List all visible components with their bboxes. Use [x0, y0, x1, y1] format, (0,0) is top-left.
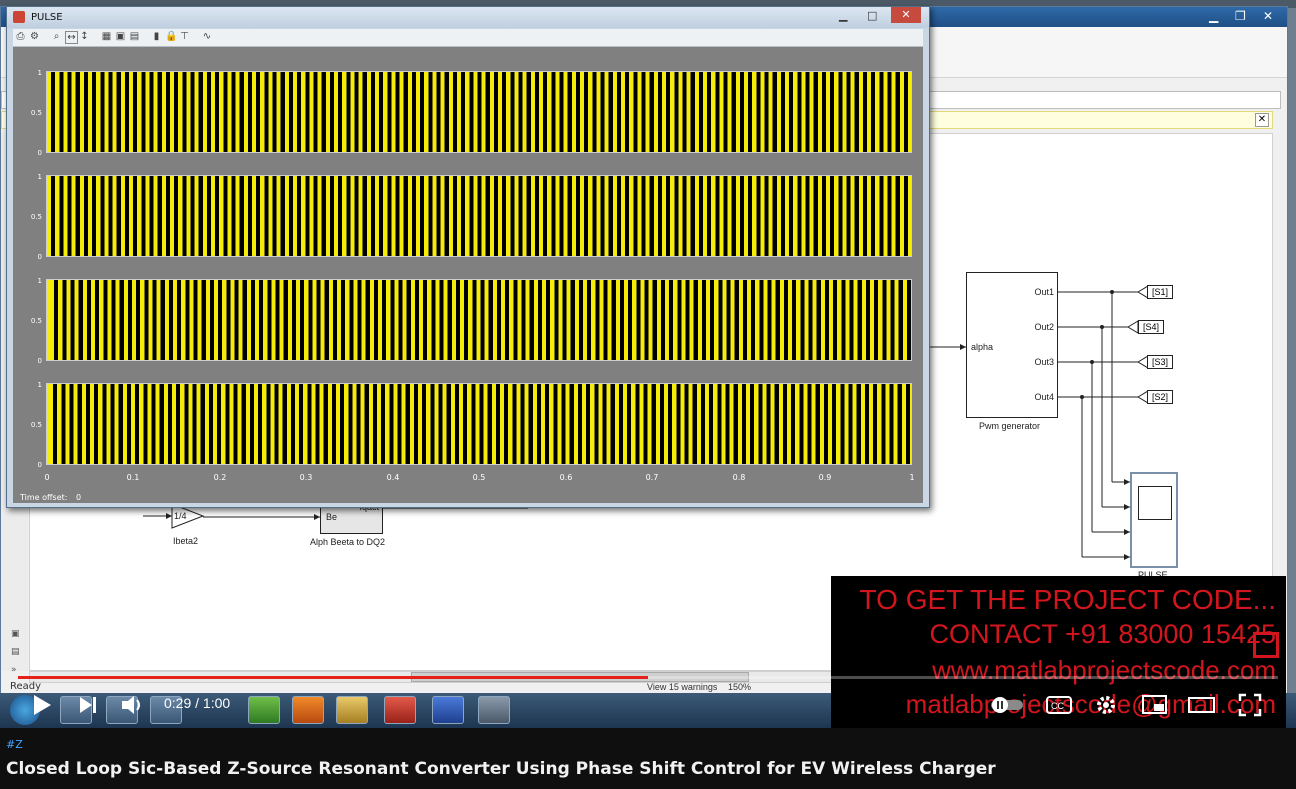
pulse-axis-4[interactable] — [46, 383, 912, 465]
minimize-icon[interactable]: ▁ — [839, 9, 847, 22]
gain-block-label: Ibeta2 — [173, 536, 199, 546]
theater-mode-icon[interactable] — [1188, 694, 1216, 716]
x-tick-label: 0.4 — [386, 473, 400, 482]
y-tick-label: 1 — [37, 381, 42, 389]
goto-tag-s4[interactable]: [S4] — [1138, 320, 1165, 334]
progress-played[interactable] — [18, 676, 648, 679]
scope-plot-area[interactable]: 1 0.5 0 1 0.5 0 1 0.5 0 1 0.5 0 0 0.1 0.… — [13, 47, 923, 503]
y-tick-label: 0.5 — [30, 109, 42, 117]
captions-icon[interactable]: CC — [1046, 694, 1072, 716]
scope-titlebar: PULSE ▁ □ ✕ — [7, 7, 929, 28]
y-tick-label: 0 — [37, 357, 42, 365]
x-tick-label: 0.1 — [126, 473, 140, 482]
goto-tag-s2[interactable]: [S2] — [1147, 390, 1174, 404]
pwm-output-port-label: Out3 — [1034, 357, 1054, 367]
restore-axes-icon[interactable]: ▤ — [129, 31, 140, 42]
parameters-icon[interactable]: ⚙ — [29, 31, 40, 42]
pwm-generator-block[interactable]: alpha Out1 Out2 Out3 Out4 — [966, 272, 1058, 418]
next-icon[interactable] — [78, 695, 98, 715]
scope-window-title: PULSE — [31, 12, 63, 23]
volume-icon[interactable] — [120, 694, 146, 716]
y-tick-label: 0 — [37, 149, 42, 157]
time-offset-label: Time offset: — [20, 493, 68, 502]
play-icon[interactable] — [32, 694, 52, 716]
y-tick-label: 0.5 — [30, 421, 42, 429]
zoom-icon[interactable]: ⌕ — [51, 31, 62, 42]
x-tick-label: 0.8 — [732, 473, 746, 482]
x-tick-label: 0.3 — [299, 473, 313, 482]
overlay-line-1: TO GET THE PROJECT CODE... — [859, 584, 1276, 615]
video-title: Closed Loop Sic-Based Z-Source Resonant … — [6, 759, 996, 779]
autoscale-icon[interactable]: ▦ — [101, 31, 112, 42]
zoom-y-icon[interactable]: ↕ — [79, 31, 90, 42]
pulse-axis-1[interactable] — [46, 71, 912, 153]
y-tick-label: 0.5 — [30, 317, 42, 325]
scope-screen-icon — [1138, 486, 1172, 520]
pwm-output-port-label: Out1 — [1034, 287, 1054, 297]
pulse-axis-2[interactable] — [46, 175, 912, 257]
close-icon[interactable]: ✕ — [891, 7, 921, 23]
scope-window: PULSE ▁ □ ✕ ⎙ ⚙ ⌕ ↔ ↕ ▦ ▣ ▤ ▮ 🔒 ⊤ ∿ 1 0.… — [6, 6, 930, 508]
time-separator: / — [191, 695, 203, 711]
hashtag-link[interactable]: #Z — [6, 738, 23, 751]
fullscreen-icon[interactable] — [1238, 693, 1262, 717]
svg-text:CC: CC — [1051, 701, 1064, 711]
settings-gear-icon[interactable] — [1094, 693, 1118, 717]
x-tick-label: 0.9 — [818, 473, 832, 482]
y-tick-label: 1 — [37, 69, 42, 77]
y-tick-label: 0.5 — [30, 213, 42, 221]
signal-selection-icon[interactable]: ⊤ — [179, 31, 190, 42]
x-tick-label: 1 — [909, 473, 915, 482]
gain-value: 1/4 — [174, 511, 187, 521]
autoplay-toggle-icon[interactable] — [990, 696, 1024, 714]
scope-toolbar: ⎙ ⚙ ⌕ ↔ ↕ ▦ ▣ ▤ ▮ 🔒 ⊤ ∿ — [13, 29, 923, 47]
time-display: 0:29 / 1:00 — [164, 695, 230, 711]
goto-tag-s3[interactable]: [S3] — [1147, 355, 1174, 369]
legend-icon[interactable]: ∿ — [199, 31, 215, 42]
x-tick-label: 0.6 — [559, 473, 573, 482]
x-tick-label: 0.7 — [645, 473, 659, 482]
goto-tag-s1[interactable]: [S1] — [1147, 285, 1174, 299]
y-tick-label: 1 — [37, 277, 42, 285]
time-offset: Time offset: 0 — [20, 493, 81, 502]
scope-block[interactable] — [1130, 472, 1178, 568]
overlay-line-3: www.matlabprojectscode.com — [932, 655, 1276, 685]
maximize-icon[interactable]: □ — [867, 9, 877, 22]
x-tick-label: 0.2 — [213, 473, 227, 482]
x-tick-label: 0 — [44, 473, 50, 482]
pwm-input-port-label: alpha — [971, 342, 994, 352]
y-tick-label: 1 — [37, 173, 42, 181]
matlab-icon — [13, 11, 25, 23]
miniplayer-icon[interactable] — [1142, 694, 1168, 716]
save-axes-icon[interactable]: ▣ — [115, 31, 126, 42]
duration: 1:00 — [202, 695, 231, 711]
video-frame[interactable]: ▁ ❐ ✕ ✕ ▣ ▤ » alpha Out1 Out2 Out3 Out4 … — [0, 0, 1296, 728]
transform-block-label: Alph Beeta to DQ2 — [310, 537, 386, 547]
pwm-generator-label: Pwm generator — [979, 421, 1041, 431]
floating-scope-icon[interactable]: ▮ — [151, 31, 162, 42]
qr-stamp-icon — [1253, 632, 1279, 658]
pulse-axis-3[interactable] — [46, 279, 912, 361]
time-offset-value: 0 — [76, 493, 82, 502]
transform-input-port-label: Be — [326, 512, 338, 522]
y-tick-label: 0 — [37, 461, 42, 469]
print-icon[interactable]: ⎙ — [15, 31, 26, 42]
x-tick-label: 0.5 — [472, 473, 486, 482]
overlay-line-2: CONTACT +91 83000 15425 — [929, 619, 1276, 649]
player-controls: 0:29 / 1:00 CC — [0, 688, 1296, 724]
zoom-x-icon[interactable]: ↔ — [65, 31, 78, 44]
lock-icon[interactable]: 🔒 — [165, 31, 177, 42]
current-time: 0:29 — [164, 695, 192, 711]
pwm-output-port-label: Out2 — [1034, 322, 1054, 332]
video-info: #Z Closed Loop Sic-Based Z-Source Resona… — [0, 728, 1296, 789]
pwm-output-port-label: Out4 — [1034, 392, 1054, 402]
y-tick-label: 0 — [37, 253, 42, 261]
